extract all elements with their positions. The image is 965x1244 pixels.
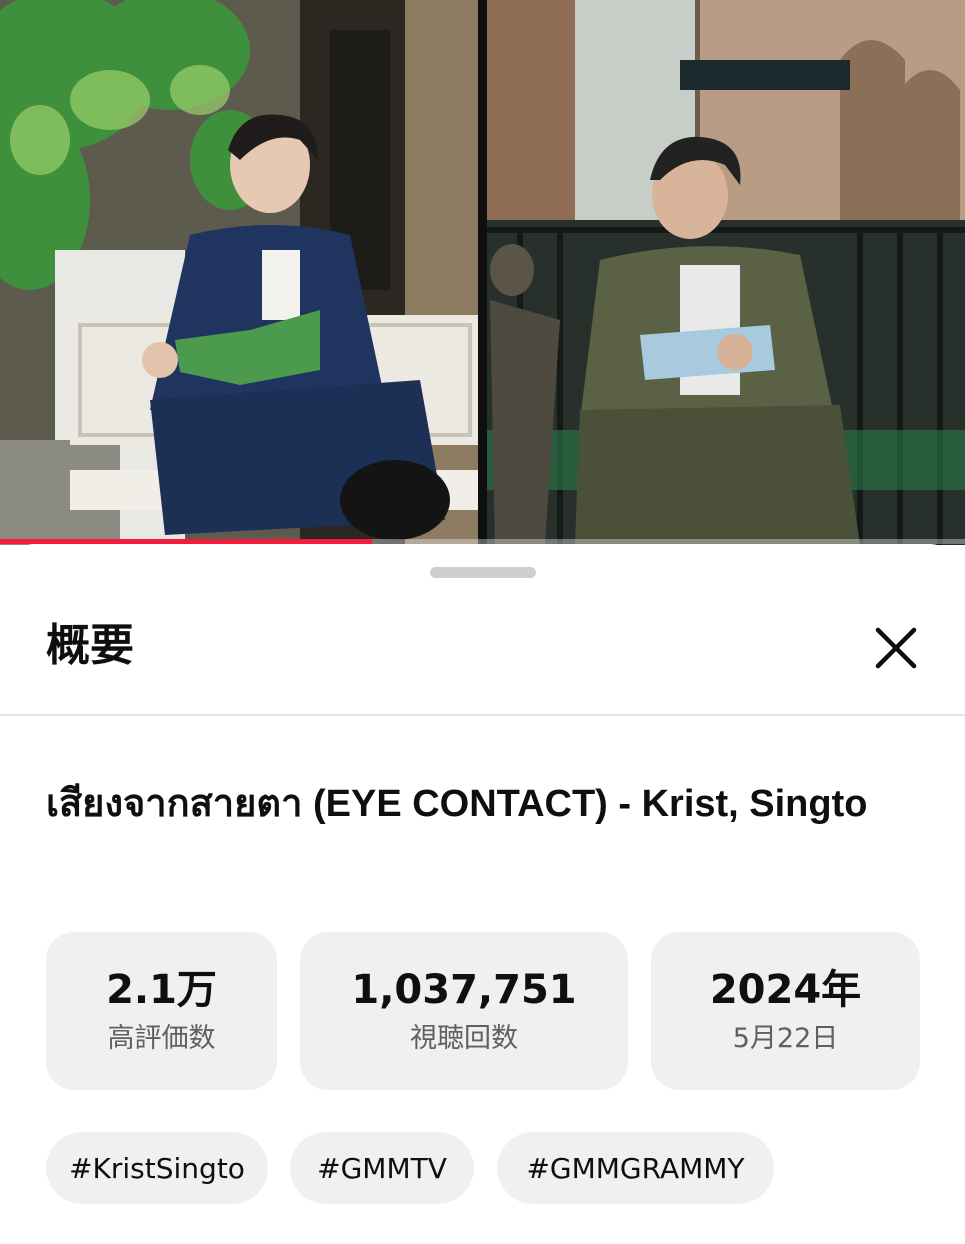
likes-stat: 2.1万 高評価数 [46,932,277,1090]
video-player[interactable] [0,0,965,545]
hashtag-chip[interactable]: #GMMGRAMMY [497,1132,774,1204]
drag-handle[interactable] [430,567,536,578]
publish-date-stat: 2024年 5月22日 [651,932,920,1090]
divider [0,714,965,716]
views-stat: 1,037,751 視聴回数 [300,932,628,1090]
views-count: 1,037,751 [351,967,577,1013]
likes-label: 高評価数 [107,1023,216,1054]
publish-day: 5月22日 [732,1023,839,1054]
description-sheet: 概要 เสียงจากสายตา (EYE CONTACT) - Krist, … [0,544,965,1244]
views-label: 視聴回数 [410,1023,518,1054]
video-frame [0,0,965,545]
close-icon [875,627,917,669]
publish-year: 2024年 [709,967,862,1013]
video-title: เสียงจากสายตา (EYE CONTACT) - Krist, Sin… [46,783,868,825]
hashtag-chip[interactable]: #KristSingto [46,1132,268,1204]
likes-count: 2.1万 [106,967,217,1013]
sheet-title: 概要 [46,620,134,671]
close-button[interactable] [866,618,926,678]
hashtag-chip[interactable]: #GMMTV [290,1132,474,1204]
